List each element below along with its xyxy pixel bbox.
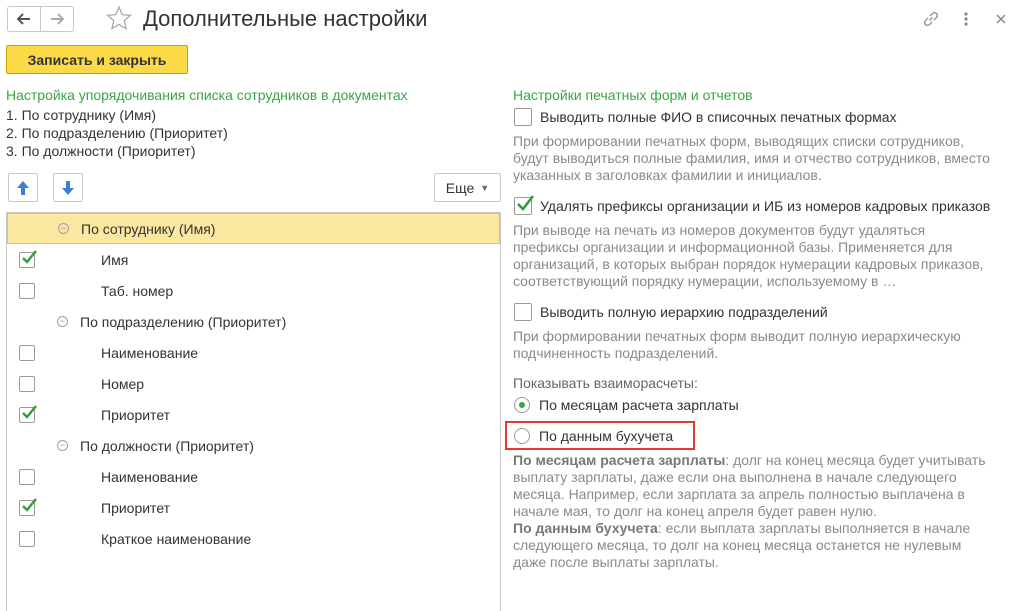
tree-item-label: Краткое наименование xyxy=(101,530,252,547)
order-line-1: 1. По сотруднику (Имя) xyxy=(6,107,157,123)
tree-item-row[interactable]: Приоритет xyxy=(7,399,500,430)
tree-item-checkbox[interactable] xyxy=(19,344,35,361)
arrow-up-icon xyxy=(17,180,29,195)
radio-by-accounting[interactable] xyxy=(514,428,530,444)
checkmark-icon xyxy=(22,404,37,419)
tree-item-row[interactable]: Наименование xyxy=(7,337,500,368)
collapse-icon[interactable]: − xyxy=(57,440,68,451)
tree-item-label: Приоритет xyxy=(101,499,171,516)
radio-by-months-label[interactable]: По месяцам расчета зарплаты xyxy=(539,397,739,413)
tree-group-label: По подразделению (Приоритет) xyxy=(80,313,287,330)
tree-group-row[interactable]: − По сотруднику (Имя) xyxy=(7,213,500,244)
checkmark-icon xyxy=(517,195,535,211)
tree-item-checkbox[interactable] xyxy=(19,282,35,299)
arrow-right-icon xyxy=(51,13,64,25)
checkmark-icon xyxy=(22,249,37,264)
right-section-title: Настройки печатных форм и отчетов xyxy=(513,87,753,103)
desc-months-title: По месяцам расчета зарплаты xyxy=(513,452,726,468)
checkmark-icon xyxy=(22,497,37,512)
collapse-icon[interactable]: − xyxy=(57,316,68,327)
remove-prefixes-checkbox[interactable] xyxy=(514,195,535,215)
tree-group-row[interactable]: − По подразделению (Приоритет) xyxy=(7,306,500,337)
vertical-dots-icon xyxy=(964,12,968,26)
desc-accounting-title: По данным бухучета xyxy=(513,520,658,536)
full-fio-label[interactable]: Выводить полные ФИО в списочных печатных… xyxy=(540,109,897,125)
full-hierarchy-hint: При формировании печатных форм выводит п… xyxy=(513,328,961,361)
title-bar: Дополнительные настройки xyxy=(0,0,1024,40)
radio-selected-dot xyxy=(519,402,525,408)
move-down-button[interactable] xyxy=(53,173,83,202)
sort-tree: − По сотруднику (Имя) Имя Таб. номер − П… xyxy=(6,212,501,611)
order-line-2: 2. По подразделению (Приоритет) xyxy=(6,125,228,141)
link-button[interactable] xyxy=(920,8,942,30)
move-up-button[interactable] xyxy=(8,173,38,202)
tree-item-checkbox[interactable] xyxy=(19,375,35,392)
tree-item-checkbox[interactable] xyxy=(19,249,37,268)
forward-button[interactable] xyxy=(40,6,74,32)
arrow-down-icon xyxy=(62,180,74,195)
tree-item-row[interactable]: Таб. номер xyxy=(7,275,500,306)
order-line-3: 3. По должности (Приоритет) xyxy=(6,143,196,159)
tree-item-label: Номер xyxy=(101,375,145,392)
collapse-icon[interactable]: − xyxy=(58,223,69,234)
tree-item-checkbox[interactable] xyxy=(19,404,37,423)
full-hierarchy-label[interactable]: Выводить полную иерархию подразделений xyxy=(540,304,828,320)
favorite-star-button[interactable] xyxy=(106,5,132,31)
tree-item-label: Наименование xyxy=(101,344,199,361)
arrow-left-icon xyxy=(17,13,30,25)
tree-item-checkbox[interactable] xyxy=(19,497,37,516)
settlements-label: Показывать взаиморасчеты: xyxy=(513,375,698,391)
tree-item-label: Наименование xyxy=(101,468,199,485)
full-fio-hint: При формировании печатных форм, выводящи… xyxy=(513,133,990,183)
tree-group-label: По сотруднику (Имя) xyxy=(81,220,216,237)
remove-prefixes-label[interactable]: Удалять префиксы организации и ИБ из ном… xyxy=(540,198,990,214)
save-and-close-button[interactable]: Записать и закрыть xyxy=(6,45,188,74)
full-hierarchy-checkbox[interactable] xyxy=(514,303,532,321)
settlements-description: По месяцам расчета зарплаты: долг на кон… xyxy=(513,452,998,571)
radio-by-months[interactable] xyxy=(514,397,530,413)
tree-item-label: Имя xyxy=(101,251,129,268)
more-actions-button[interactable] xyxy=(955,8,977,30)
remove-prefixes-hint: При выводе на печать из номеров документ… xyxy=(513,222,984,289)
radio-by-accounting-label[interactable]: По данным бухучета xyxy=(539,428,673,444)
chevron-down-icon: ▼ xyxy=(480,182,490,193)
tree-item-row[interactable]: Имя xyxy=(7,244,500,275)
tree-item-checkbox[interactable] xyxy=(19,530,35,547)
link-icon xyxy=(923,11,939,27)
close-icon xyxy=(996,14,1006,24)
more-button[interactable]: Еще ▼ xyxy=(434,173,501,202)
star-icon xyxy=(106,5,132,31)
tree-item-label: Приоритет xyxy=(101,406,171,423)
full-fio-checkbox[interactable] xyxy=(514,108,532,126)
tree-item-row[interactable]: Краткое наименование xyxy=(7,523,500,554)
tree-item-row[interactable]: Номер xyxy=(7,368,500,399)
tree-group-label: По должности (Приоритет) xyxy=(80,437,254,454)
back-button[interactable] xyxy=(7,6,41,32)
tree-item-checkbox[interactable] xyxy=(19,468,35,485)
close-button[interactable] xyxy=(990,8,1012,30)
tree-item-row[interactable]: Наименование xyxy=(7,461,500,492)
left-section-title: Настройка упорядочивания списка сотрудни… xyxy=(6,87,408,103)
more-button-label: Еще xyxy=(445,179,475,196)
tree-group-row[interactable]: − По должности (Приоритет) xyxy=(7,430,500,461)
tree-item-row[interactable]: Приоритет xyxy=(7,492,500,523)
tree-item-label: Таб. номер xyxy=(101,282,174,299)
page-title: Дополнительные настройки xyxy=(143,6,428,31)
